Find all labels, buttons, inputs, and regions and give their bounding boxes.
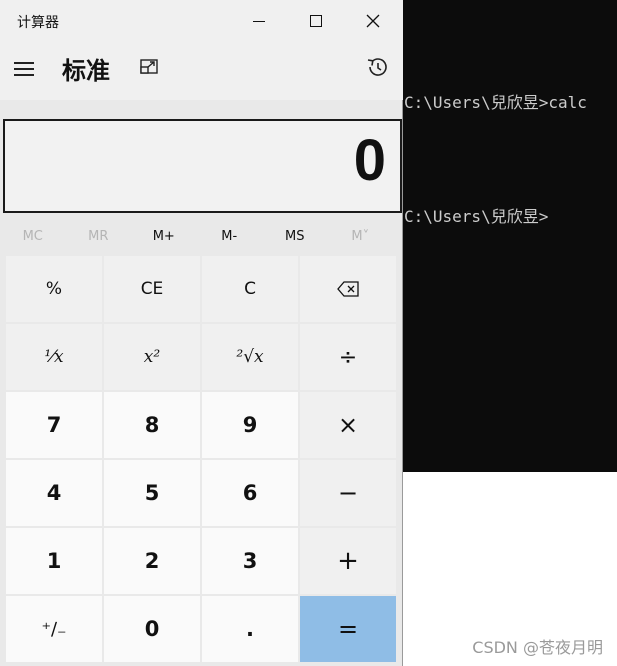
digit-5-button[interactable]: 5	[104, 460, 200, 526]
square-button[interactable]: x²	[104, 324, 200, 390]
digit-8-button[interactable]: 8	[104, 392, 200, 458]
subtract-button[interactable]: −	[300, 460, 396, 526]
digit-9-button[interactable]: 9	[202, 392, 298, 458]
digit-3-button[interactable]: 3	[202, 528, 298, 594]
memory-store-button[interactable]: MS	[262, 218, 328, 254]
display-value: 0	[353, 128, 386, 193]
digit-4-button[interactable]: 4	[6, 460, 102, 526]
reciprocal-button[interactable]: ⅟x	[6, 324, 102, 390]
memory-add-button[interactable]: M+	[131, 218, 197, 254]
app-title: 计算器	[17, 15, 59, 31]
digit-1-button[interactable]: 1	[6, 528, 102, 594]
close-button[interactable]	[345, 0, 401, 42]
memory-row: MC MR M+ M- MS M˅	[0, 218, 403, 254]
equals-button[interactable]: =	[300, 596, 396, 662]
mode-title: 标准	[62, 57, 110, 85]
digit-2-button[interactable]: 2	[104, 528, 200, 594]
result-display: 0	[3, 119, 402, 213]
close-icon	[366, 14, 380, 28]
digit-6-button[interactable]: 6	[202, 460, 298, 526]
calculator-window: 计算器 标准 0 MC MR M+ M- MS M˅ % CE C ⅟x x² …	[0, 0, 403, 666]
hamburger-menu-icon[interactable]	[14, 58, 40, 80]
clear-button[interactable]: C	[202, 256, 298, 322]
negate-button[interactable]: ⁺∕₋	[6, 596, 102, 662]
maximize-button[interactable]	[288, 0, 344, 42]
terminal-window[interactable]: C:\Users\兒欣昱>calc C:\Users\兒欣昱>	[400, 0, 617, 472]
clear-entry-button[interactable]: CE	[104, 256, 200, 322]
calculator-header: 标准	[0, 42, 403, 100]
divide-button[interactable]: ÷	[300, 324, 396, 390]
square-root-button[interactable]: ²√x	[202, 324, 298, 390]
memory-recall-button[interactable]: MR	[66, 218, 132, 254]
terminal-line-2: C:\Users\兒欣昱>	[404, 207, 549, 226]
memory-subtract-button[interactable]: M-	[197, 218, 263, 254]
keep-on-top-icon[interactable]	[139, 56, 161, 78]
memory-clear-button[interactable]: MC	[0, 218, 66, 254]
digit-7-button[interactable]: 7	[6, 392, 102, 458]
title-bar[interactable]: 计算器	[0, 0, 403, 42]
backspace-button[interactable]	[300, 256, 396, 322]
memory-list-button[interactable]: M˅	[328, 218, 394, 254]
decimal-button[interactable]: .	[202, 596, 298, 662]
terminal-line-1: C:\Users\兒欣昱>calc	[404, 93, 587, 112]
multiply-button[interactable]: ×	[300, 392, 396, 458]
add-button[interactable]: +	[300, 528, 396, 594]
watermark: CSDN @苍夜月明	[472, 638, 603, 657]
history-icon[interactable]	[365, 55, 389, 79]
maximize-icon	[310, 15, 322, 27]
minimize-button[interactable]	[231, 0, 287, 42]
percent-button[interactable]: %	[6, 256, 102, 322]
minimize-icon	[253, 20, 265, 22]
digit-0-button[interactable]: 0	[104, 596, 200, 662]
backspace-icon	[337, 281, 359, 297]
